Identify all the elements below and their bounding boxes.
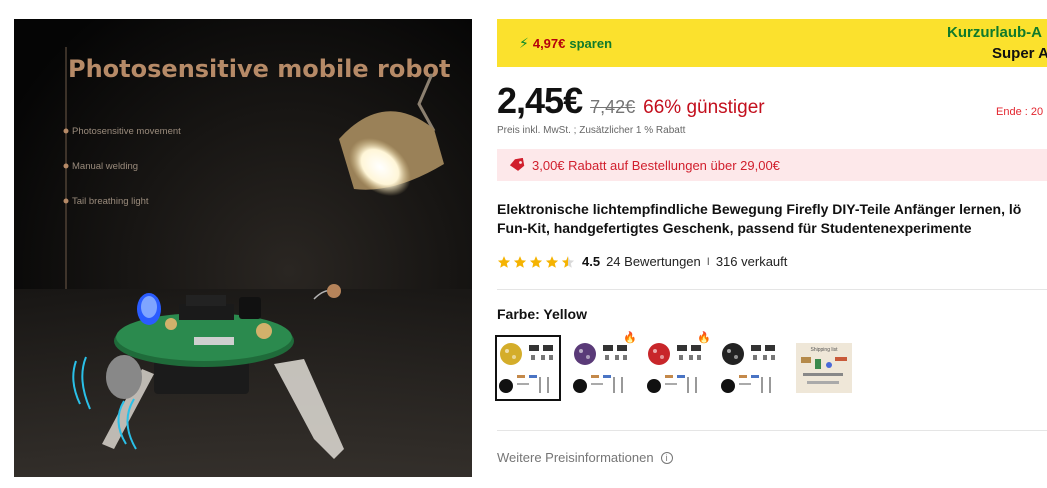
divider — [497, 289, 1047, 290]
product-title-line-1: Elektronische lichtempfindliche Bewegung… — [497, 201, 1022, 217]
coupon-banner[interactable]: 3,00€ Rabatt auf Bestellungen über 29,00… — [497, 149, 1047, 181]
rating-row[interactable]: 4.5 24 Bewertungen I 316 verkauft — [497, 254, 787, 269]
variant-swatch-3[interactable]: 🔥 — [645, 332, 711, 399]
feature-tail-light: Tail breathing light — [72, 196, 149, 207]
sold-count: 316 verkauft — [715, 254, 788, 269]
price-row: 2,45€ 7,42€ 66% günstiger — [497, 80, 765, 122]
star-full-icon — [497, 255, 511, 268]
variant-swatch-2[interactable]: 🔥 — [571, 332, 637, 399]
product-title-line-2: Fun-Kit, handgefertigtes Geschenk, passe… — [497, 220, 972, 236]
variant-swatch-1[interactable] — [495, 335, 561, 401]
discount-percent: 66% günstiger — [643, 97, 765, 118]
star-full-icon — [545, 255, 559, 268]
product-main-image[interactable]: Photosensitive mobile robot Photosensiti… — [14, 19, 472, 477]
savings-amount: 4,97€ — [532, 36, 566, 51]
more-price-info-link[interactable]: Weitere Preisinformationen i — [497, 450, 673, 465]
variant-swatch-4[interactable] — [719, 337, 781, 399]
variant-swatches: 🔥 🔥 Shipping list — [495, 332, 855, 401]
promo-subtitle: Super A — [992, 45, 1047, 62]
product-title: Elektronische lichtempfindliche Bewegung… — [497, 200, 1047, 238]
more-price-info-text: Weitere Preisinformationen — [497, 450, 654, 465]
image-title: Photosensitive mobile robot — [68, 55, 451, 83]
promo-title: Kurzurlaub-A — [947, 24, 1042, 41]
star-rating — [497, 255, 575, 269]
divider — [497, 430, 1047, 431]
coupon-text: 3,00€ Rabatt auf Bestellungen über 29,00… — [532, 157, 780, 173]
variant-label: Farbe: Yellow — [497, 306, 587, 322]
original-price: 7,42€ — [590, 97, 636, 117]
info-icon[interactable]: i — [660, 451, 673, 464]
shipping-list-caption: Shipping list — [811, 347, 839, 353]
sale-end-label: Ende : 20 — [996, 106, 1044, 118]
promo-banner[interactable]: ⚡ 4,97€ sparen Kurzurlaub-A Super A — [497, 19, 1047, 67]
feature-welding: Manual welding — [72, 161, 138, 172]
star-full-icon — [513, 255, 527, 268]
current-price: 2,45€ — [497, 80, 583, 121]
lightning-icon: ⚡ — [519, 35, 529, 51]
tag-icon — [509, 158, 525, 171]
rating-value: 4.5 — [582, 254, 601, 269]
rating-separator: I — [706, 255, 710, 268]
variant-swatch-5[interactable]: Shipping list — [793, 337, 855, 399]
star-half-icon — [561, 255, 575, 268]
fire-icon: 🔥 — [697, 332, 711, 344]
star-full-icon — [529, 255, 543, 268]
fire-icon: 🔥 — [623, 332, 637, 344]
feature-photosensitive: Photosensitive movement — [72, 126, 181, 137]
tax-note: Preis inkl. MwSt. ; Zusätzlicher 1 % Rab… — [497, 125, 686, 136]
savings-word: sparen — [569, 36, 613, 51]
savings-badge: ⚡ 4,97€ sparen — [519, 35, 612, 52]
review-count[interactable]: 24 Bewertungen — [606, 254, 701, 269]
